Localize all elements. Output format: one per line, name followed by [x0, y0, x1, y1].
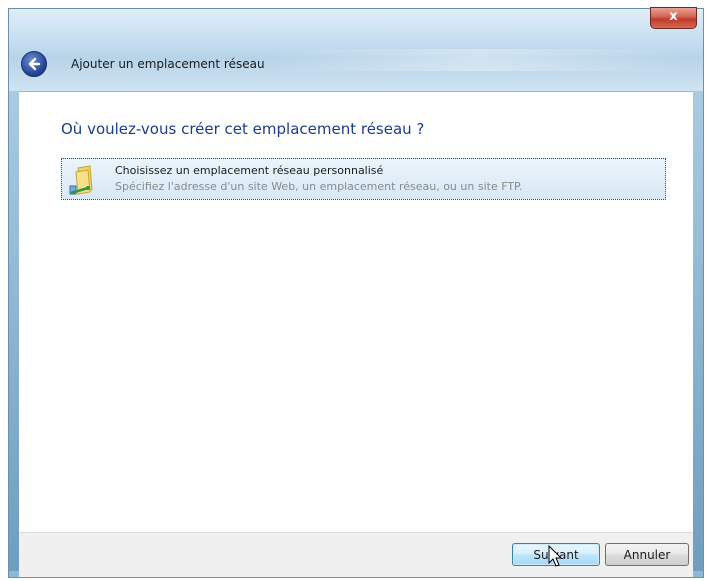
- window-frame-left: [9, 91, 19, 571]
- cancel-button[interactable]: Annuler: [605, 543, 689, 566]
- wizard-footer: Suivant Annuler: [19, 532, 693, 577]
- title-bar-glass: [269, 49, 689, 71]
- mouse-cursor-icon: [548, 545, 563, 567]
- option-title: Choisissez un emplacement réseau personn…: [115, 164, 384, 177]
- wizard-window: x Ajouter un emplacement réseau Où voule…: [8, 7, 704, 578]
- title-bar: x Ajouter un emplacement réseau: [9, 7, 703, 91]
- page-question: Où voulez-vous créer cet emplacement rés…: [61, 120, 425, 138]
- back-arrow-icon: [28, 57, 41, 71]
- wizard-content: Où voulez-vous créer cet emplacement rés…: [19, 91, 693, 533]
- folder-network-icon: [69, 165, 93, 195]
- option-description: Spécifiez l'adresse d'un site Web, un em…: [115, 180, 523, 193]
- window-frame-right: [693, 91, 703, 571]
- custom-network-location-option[interactable]: Choisissez un emplacement réseau personn…: [61, 158, 666, 200]
- wizard-title: Ajouter un emplacement réseau: [71, 57, 265, 71]
- close-button[interactable]: x: [650, 7, 697, 29]
- back-button[interactable]: [21, 51, 47, 77]
